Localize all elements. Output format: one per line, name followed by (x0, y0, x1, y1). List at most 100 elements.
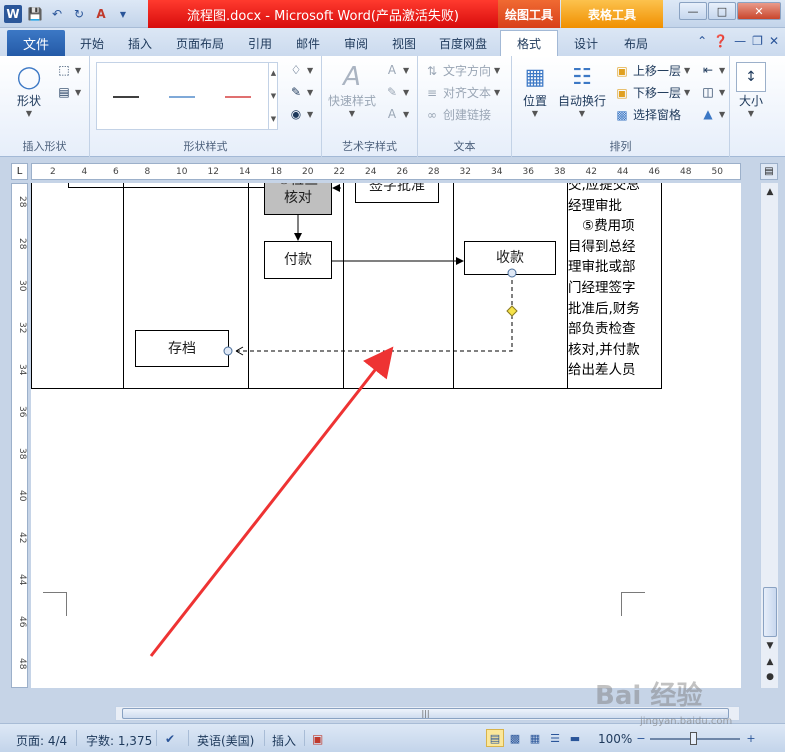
print-layout-view-icon[interactable]: ▤ (486, 729, 504, 747)
help-icon[interactable]: ❓ (713, 34, 728, 48)
group-arrange: ▦ 位置 ▼ ☷ 自动换行 ▼ ▣ 上移一层 ▼ ▣ 下移一层 ▼ ▩ 选择窗格 ⇤ ▼ ◫… (512, 56, 730, 157)
tab-design[interactable]: 设计 (564, 30, 608, 56)
font-color-icon[interactable]: A (92, 5, 110, 23)
ruler-tick-label: 6 (113, 167, 119, 177)
tab-mailings[interactable]: 邮件 (286, 30, 330, 56)
proofing-icon[interactable]: ✔ (165, 732, 175, 746)
redo-icon[interactable]: ↻ (70, 5, 88, 23)
status-word-count[interactable]: 字数: 1,375 (86, 732, 152, 749)
align-button[interactable]: ⇤ ▼ (700, 62, 725, 78)
create-link-button[interactable]: ∞ 创建链接 (424, 106, 491, 123)
document-page[interactable]: ⑤检查 核对 签字批准 付款 收款 存档 交,应提交总 经理审批 ⑤费用项 目得… (31, 183, 741, 688)
vertical-scroll-thumb[interactable] (763, 587, 777, 637)
text-outline-button[interactable]: ✎ ▼ (384, 84, 409, 100)
text-outline-icon: ✎ (386, 85, 398, 99)
tab-references[interactable]: 引用 (238, 30, 282, 56)
wrap-text-button[interactable]: ☷ 自动换行 ▼ (558, 62, 607, 119)
gallery-up-icon[interactable]: ▲ (271, 69, 276, 77)
customize-qat-icon[interactable]: ▼ (114, 5, 132, 23)
draft-view-icon[interactable]: ▬ (566, 729, 584, 747)
gallery-scroll[interactable]: ▲ ▼ ▼ (268, 62, 278, 130)
vertical-ruler[interactable]: 28 28 30 32 34 36 38 40 42 44 46 48 (11, 183, 28, 688)
align-text-button[interactable]: ≡ 对齐文本 ▼ (424, 84, 500, 101)
word-logo-icon[interactable]: W (4, 5, 22, 23)
tab-review[interactable]: 审阅 (334, 30, 378, 56)
position-button[interactable]: ▦ 位置 ▼ (520, 62, 550, 119)
ruler-tick-label: 14 (239, 167, 251, 177)
macro-record-icon[interactable]: ▣ (312, 732, 323, 746)
dashed-connector-receive-to-archive (236, 273, 513, 352)
shape-outline-button[interactable]: ✎ ▼ (288, 84, 313, 100)
tab-baidu-netdisk[interactable]: 百度网盘 (430, 30, 496, 56)
tab-file[interactable]: 文件 (7, 30, 65, 56)
vertical-scrollbar[interactable]: ▲ ▼ ▲ ● (760, 183, 778, 688)
bring-forward-label: 上移一层 (633, 64, 682, 78)
status-page[interactable]: 页面: 4/4 (16, 732, 67, 749)
style-line-red[interactable] (225, 96, 251, 98)
tab-home[interactable]: 开始 (70, 30, 114, 56)
group-label: 艺术字样式 (342, 140, 397, 153)
text-direction-button[interactable]: ⇅ 文字方向 ▼ (424, 62, 500, 79)
collapse-ribbon-icon[interactable]: ⌃ (697, 34, 707, 48)
ruler-tick-label: 40 (17, 490, 27, 502)
close-icon[interactable]: ✕ (737, 2, 781, 20)
zoom-in-icon[interactable]: + (742, 729, 760, 747)
doc-close-icon[interactable]: ✕ (769, 34, 779, 48)
link-icon: ∞ (427, 107, 437, 122)
undo-icon[interactable]: ↶ (48, 5, 66, 23)
ruler-tick-label: 20 (302, 167, 314, 177)
web-layout-icon[interactable]: ▦ (526, 729, 544, 747)
doc-restore-icon[interactable]: ❐ (752, 34, 763, 48)
status-insert-mode[interactable]: 插入 (272, 732, 296, 749)
selection-pane-button[interactable]: ▩ 选择窗格 (614, 106, 681, 123)
paint-bucket-icon: ♢ (290, 63, 302, 77)
ruler-tick-label: 10 (176, 167, 188, 177)
shape-fill-button[interactable]: ♢ ▼ (288, 62, 314, 78)
gallery-down-icon[interactable]: ▼ (271, 92, 276, 100)
bring-forward-button[interactable]: ▣ 上移一层 ▼ (614, 62, 690, 79)
draw-textbox-button[interactable]: ▤ ▼ (56, 84, 81, 100)
group-objects-button[interactable]: ◫ ▼ (700, 84, 725, 100)
ruler-tick-label: 32 (17, 322, 27, 334)
edit-shape-button[interactable]: ⬚ ▼ (56, 62, 81, 78)
tab-view[interactable]: 视图 (382, 30, 426, 56)
text-effects-button[interactable]: A ▼ (384, 106, 409, 122)
scroll-down-icon[interactable]: ▼ (763, 639, 777, 653)
outline-view-icon[interactable]: ☰ (546, 729, 564, 747)
ruler-tick-label: 26 (396, 167, 408, 177)
minimize-icon[interactable]: — (679, 2, 707, 20)
zoom-slider-thumb[interactable] (690, 732, 697, 745)
gallery-more-icon[interactable]: ▼ (271, 115, 276, 123)
tab-layout[interactable]: 布局 (614, 30, 658, 56)
size-button[interactable]: ↕ 大小 ▼ (736, 62, 766, 118)
status-language[interactable]: 英语(美国) (197, 732, 254, 749)
save-icon[interactable]: 💾 (26, 5, 44, 23)
doc-minimize-icon[interactable]: — (734, 34, 746, 48)
tab-page-layout[interactable]: 页面布局 (168, 30, 232, 56)
shape-style-gallery[interactable] (96, 62, 278, 130)
tab-format[interactable]: 格式 (500, 30, 558, 56)
connector-start-handle (507, 268, 517, 278)
rotate-button[interactable]: ▲ ▼ (700, 106, 725, 122)
text-fill-button[interactable]: A ▼ (384, 62, 409, 78)
quick-styles-button[interactable]: A 快速样式 ▼ (328, 62, 376, 118)
zoom-level[interactable]: 100% (598, 732, 632, 746)
tab-insert[interactable]: 插入 (118, 30, 162, 56)
style-line-dark[interactable] (113, 96, 139, 98)
zoom-out-icon[interactable]: − (632, 729, 650, 747)
horizontal-ruler[interactable]: 2 4 6 8 10 12 14 18 20 22 24 26 28 32 34 36 38 42 44 46 48 50 (31, 163, 741, 180)
dropdown-icon: ▼ (747, 109, 755, 118)
connector-end-handle (223, 346, 233, 356)
shape-effects-button[interactable]: ◉ ▼ (288, 106, 313, 122)
full-screen-reading-icon[interactable]: ▩ (506, 729, 524, 747)
view-ruler-icon[interactable]: ▤ (760, 163, 778, 180)
wrap-text-label: 自动换行 (558, 94, 607, 108)
prev-page-icon[interactable]: ▲ (763, 655, 777, 669)
browse-object-icon[interactable]: ● (763, 670, 777, 684)
send-backward-button[interactable]: ▣ 下移一层 ▼ (614, 84, 690, 101)
tab-selector[interactable]: L (11, 163, 28, 180)
scroll-up-icon[interactable]: ▲ (763, 185, 777, 199)
maximize-icon[interactable]: □ (708, 2, 736, 20)
shapes-button[interactable]: ◯ 形状 ▼ (14, 62, 44, 119)
style-line-blue[interactable] (169, 96, 195, 98)
